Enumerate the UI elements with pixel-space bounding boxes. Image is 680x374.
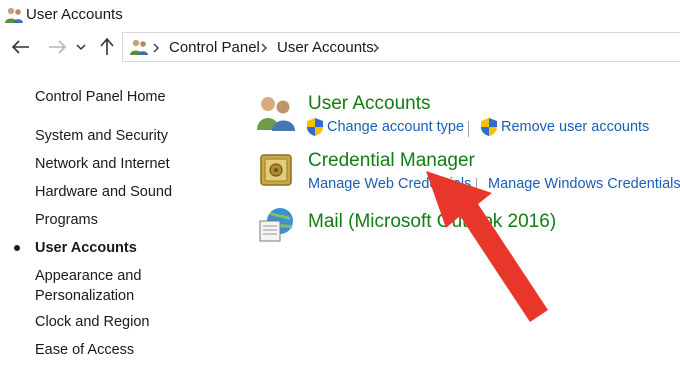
back-button[interactable] bbox=[10, 36, 32, 58]
chevron-right-icon bbox=[153, 43, 160, 53]
up-button[interactable] bbox=[96, 36, 118, 58]
navigation-bar: Control Panel User Accounts bbox=[0, 30, 680, 64]
arrow-right-icon bbox=[49, 40, 66, 54]
category-title-user-accounts[interactable]: User Accounts bbox=[308, 93, 431, 115]
uac-shield-icon bbox=[481, 118, 497, 136]
title-bar: User Accounts bbox=[0, 0, 680, 30]
user-accounts-icon bbox=[5, 7, 23, 23]
recent-locations-button[interactable] bbox=[74, 36, 88, 58]
category-title-mail[interactable]: Mail (Microsoft Outlook 2016) bbox=[308, 211, 556, 233]
sidebar-item-appearance[interactable]: Appearance and bbox=[35, 266, 141, 286]
address-bar[interactable]: Control Panel User Accounts bbox=[122, 32, 680, 62]
sidebar-item-personalization[interactable]: Personalization bbox=[35, 286, 134, 306]
breadcrumb-user-accounts[interactable]: User Accounts bbox=[277, 39, 374, 56]
remove-user-accounts-link[interactable]: Remove user accounts bbox=[501, 119, 649, 135]
change-account-type-link[interactable]: Change account type bbox=[327, 119, 464, 135]
window-title: User Accounts bbox=[26, 6, 123, 23]
breadcrumb-control-panel[interactable]: Control Panel bbox=[169, 39, 260, 56]
sidebar-item-network-and-internet[interactable]: Network and Internet bbox=[35, 154, 170, 174]
manage-web-credentials-link[interactable]: Manage Web Credentials bbox=[308, 176, 471, 192]
user-accounts-icon[interactable] bbox=[255, 94, 297, 132]
chevron-right-icon[interactable] bbox=[259, 42, 269, 54]
category-title-credential-manager[interactable]: Credential Manager bbox=[308, 150, 475, 172]
sidebar-item-user-accounts[interactable]: User Accounts bbox=[35, 238, 137, 258]
uac-shield-icon bbox=[307, 118, 323, 136]
task-separator bbox=[476, 178, 477, 194]
forward-button[interactable] bbox=[46, 36, 68, 58]
sidebar-item-programs[interactable]: Programs bbox=[35, 210, 98, 230]
sidebar-item-system-and-security[interactable]: System and Security bbox=[35, 126, 168, 146]
active-bullet-icon bbox=[14, 245, 20, 251]
sidebar-item-ease-of-access[interactable]: Ease of Access bbox=[35, 340, 134, 360]
chevron-right-icon[interactable] bbox=[371, 42, 381, 54]
sidebar-item-hardware-and-sound[interactable]: Hardware and Sound bbox=[35, 182, 172, 202]
chevron-down-icon bbox=[76, 44, 86, 51]
manage-windows-credentials-link[interactable]: Manage Windows Credentials bbox=[488, 176, 680, 192]
control-panel-icon bbox=[130, 39, 148, 55]
mail-icon[interactable] bbox=[256, 205, 296, 245]
arrow-up-icon bbox=[100, 38, 114, 55]
task-separator bbox=[468, 121, 469, 137]
sidebar-item-clock-and-region[interactable]: Clock and Region bbox=[35, 312, 149, 332]
vault-icon[interactable] bbox=[258, 152, 294, 188]
arrow-left-icon bbox=[12, 40, 29, 54]
sidebar-item-control-panel-home[interactable]: Control Panel Home bbox=[35, 87, 166, 107]
